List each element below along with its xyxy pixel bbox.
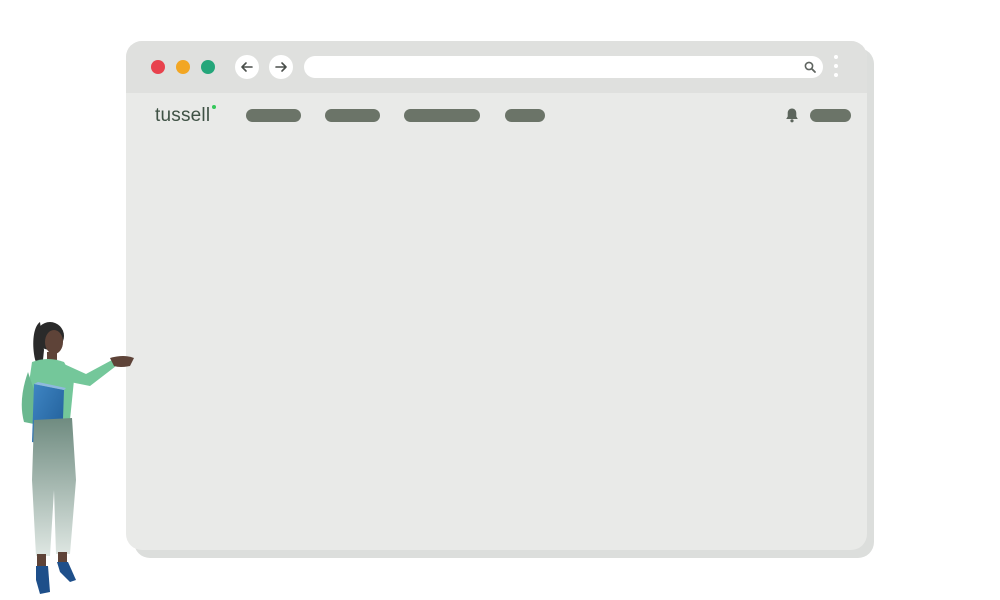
bell-icon[interactable] bbox=[783, 106, 801, 124]
minimize-window-button[interactable] bbox=[176, 60, 190, 74]
site-logo[interactable]: tussell bbox=[155, 105, 210, 127]
more-vertical-icon[interactable] bbox=[832, 55, 840, 81]
account-placeholder[interactable] bbox=[810, 109, 851, 122]
close-window-button[interactable] bbox=[151, 60, 165, 74]
forward-button[interactable] bbox=[269, 55, 293, 79]
address-bar[interactable] bbox=[304, 56, 823, 78]
nav-item-placeholder-3[interactable] bbox=[404, 109, 480, 122]
search-icon[interactable] bbox=[803, 60, 817, 74]
arrow-left-icon bbox=[241, 62, 253, 72]
nav-item-placeholder-2[interactable] bbox=[325, 109, 380, 122]
logo-accent-dot bbox=[212, 105, 216, 109]
maximize-window-button[interactable] bbox=[201, 60, 215, 74]
back-button[interactable] bbox=[235, 55, 259, 79]
browser-window: tussell bbox=[126, 41, 867, 550]
presenter-illustration bbox=[21, 322, 134, 594]
arrow-right-icon bbox=[275, 62, 287, 72]
nav-item-placeholder-1[interactable] bbox=[246, 109, 301, 122]
browser-toolbar bbox=[126, 41, 867, 93]
nav-item-placeholder-4[interactable] bbox=[505, 109, 545, 122]
